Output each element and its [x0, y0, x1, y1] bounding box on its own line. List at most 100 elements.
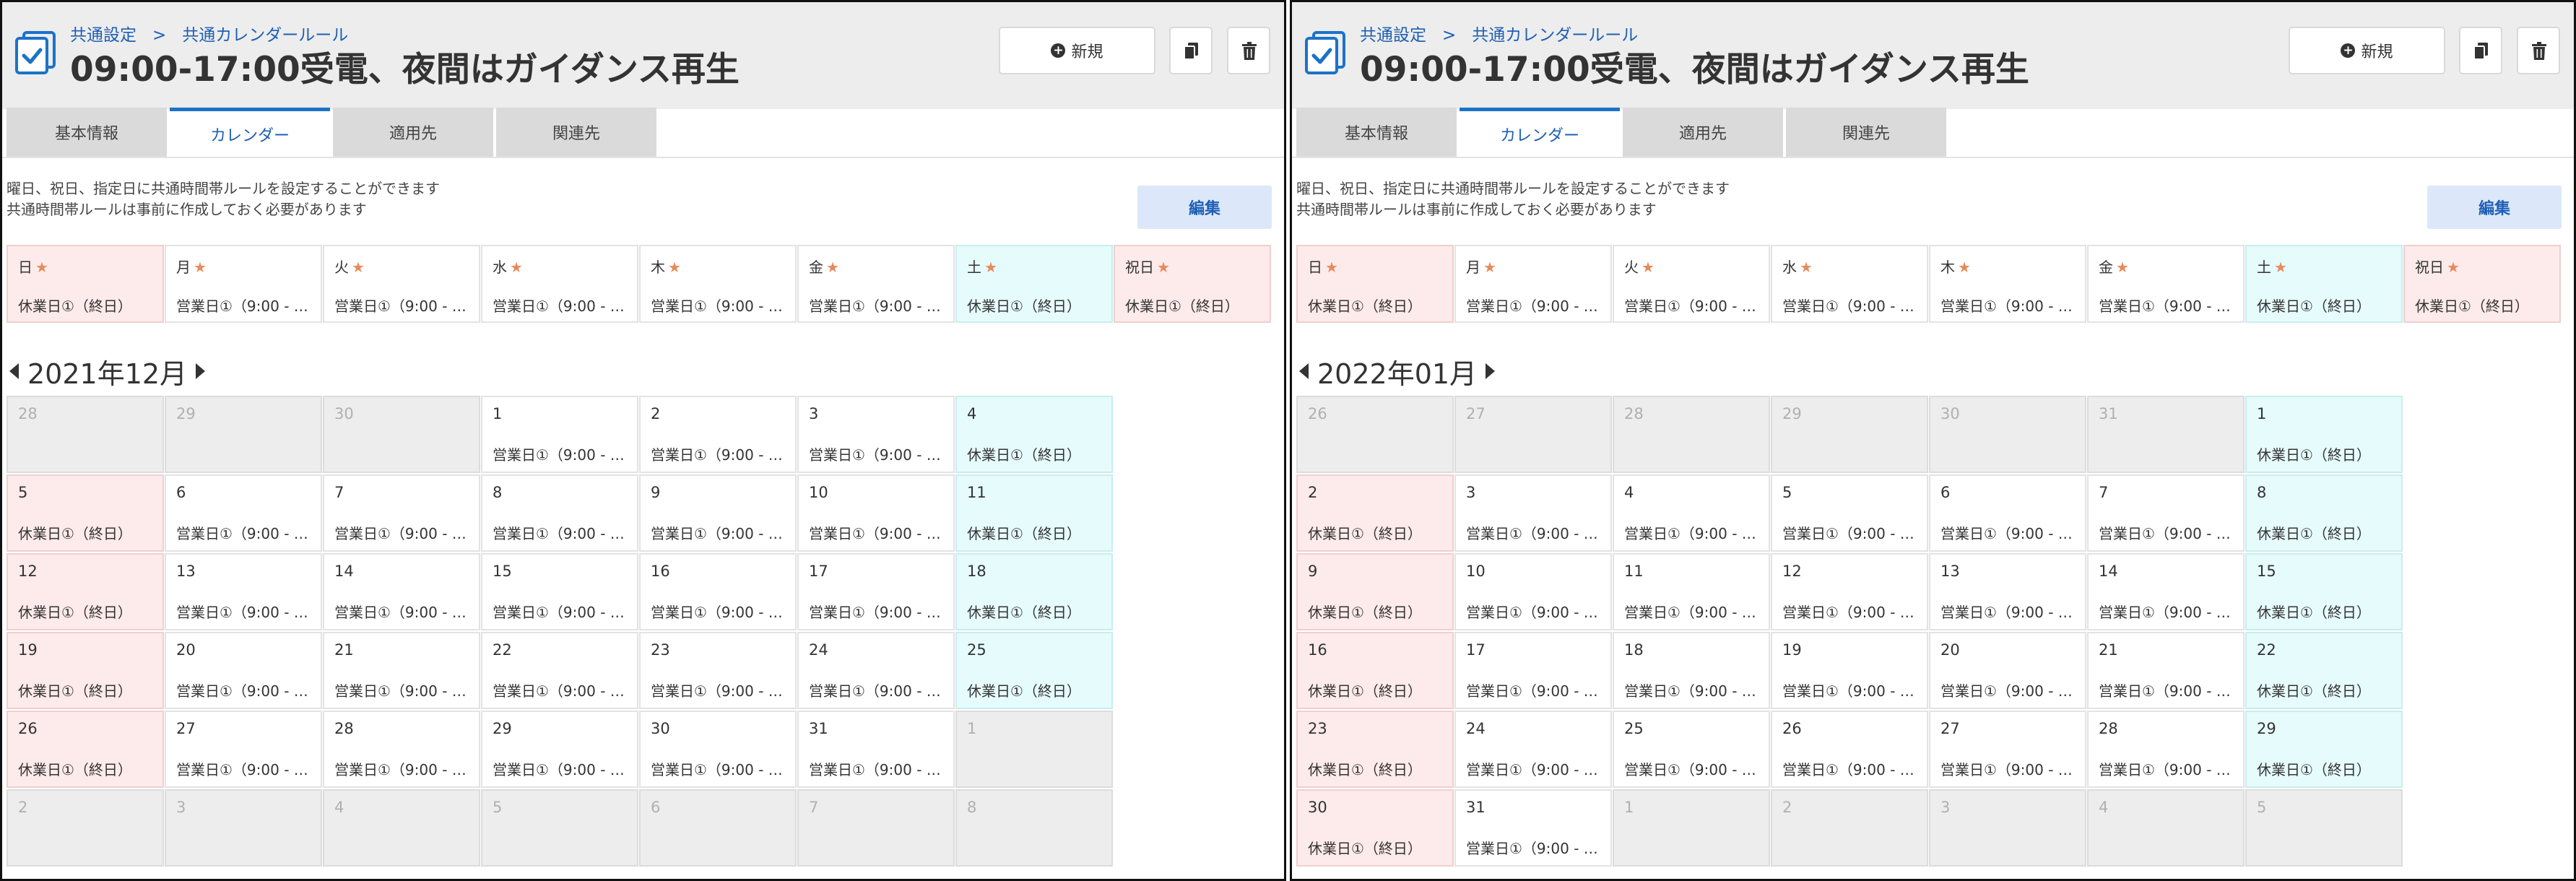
calendar-day-cell[interactable]: 29 休業日①（終日）	[2245, 711, 2403, 788]
calendar-day-cell[interactable]: 19 営業日①（9:00 - …	[1771, 632, 1928, 709]
calendar-day-cell[interactable]: 24 営業日①（9:00 - …	[797, 632, 955, 709]
weekday-rule-card[interactable]: 火 ★ 営業日①（9:00 - …	[1613, 245, 1770, 323]
calendar-day-cell[interactable]: 1 休業日①（終日）	[2245, 396, 2403, 473]
calendar-day-cell[interactable]: 16 休業日①（終日）	[1296, 632, 1454, 709]
calendar-day-cell[interactable]: 4	[2087, 789, 2245, 867]
caret-right-icon[interactable]	[196, 363, 206, 379]
tab-basic-info[interactable]: 基本情報	[6, 108, 167, 157]
calendar-day-cell[interactable]: 10 営業日①（9:00 - …	[797, 474, 955, 552]
calendar-day-cell[interactable]: 4 休業日①（終日）	[955, 396, 1113, 473]
calendar-day-cell[interactable]: 25 営業日①（9:00 - …	[1613, 711, 1770, 788]
copy-button[interactable]	[2459, 27, 2502, 74]
calendar-day-cell[interactable]: 26	[1296, 396, 1454, 473]
calendar-day-cell[interactable]: 21 営業日①（9:00 - …	[323, 632, 480, 709]
calendar-day-cell[interactable]: 16 営業日①（9:00 - …	[639, 553, 797, 630]
weekday-rule-card[interactable]: 日 ★ 休業日①（終日）	[6, 245, 164, 323]
tab-applied-to[interactable]: 適用先	[1623, 108, 1783, 157]
calendar-day-cell[interactable]: 11 営業日①（9:00 - …	[1613, 553, 1770, 630]
calendar-day-cell[interactable]: 20 営業日①（9:00 - …	[165, 632, 322, 709]
calendar-day-cell[interactable]: 6 営業日①（9:00 - …	[165, 474, 322, 552]
calendar-day-cell[interactable]: 28	[6, 396, 164, 473]
tab-calendar[interactable]: カレンダー	[1460, 108, 1620, 157]
calendar-day-cell[interactable]: 9 休業日①（終日）	[1296, 553, 1454, 630]
calendar-day-cell[interactable]: 15 休業日①（終日）	[2245, 553, 2403, 630]
weekday-rule-card[interactable]: 水 ★ 営業日①（9:00 - …	[481, 245, 638, 323]
weekday-rule-card[interactable]: 木 ★ 営業日①（9:00 - …	[639, 245, 797, 323]
tab-calendar[interactable]: カレンダー	[170, 108, 330, 157]
calendar-day-cell[interactable]: 27 営業日①（9:00 - …	[165, 711, 322, 788]
calendar-day-cell[interactable]: 9 営業日①（9:00 - …	[639, 474, 797, 552]
calendar-day-cell[interactable]: 4 営業日①（9:00 - …	[1613, 474, 1770, 552]
weekday-rule-card[interactable]: 土 ★ 休業日①（終日）	[955, 245, 1113, 323]
calendar-day-cell[interactable]: 3 営業日①（9:00 - …	[797, 396, 955, 473]
calendar-day-cell[interactable]: 27 営業日①（9:00 - …	[1929, 711, 2086, 788]
calendar-day-cell[interactable]: 22 営業日①（9:00 - …	[481, 632, 638, 709]
weekday-rule-card[interactable]: 土 ★ 休業日①（終日）	[2245, 245, 2403, 323]
calendar-day-cell[interactable]: 3 営業日①（9:00 - …	[1454, 474, 1612, 552]
weekday-rule-card[interactable]: 月 ★ 営業日①（9:00 - …	[165, 245, 322, 323]
weekday-rule-card[interactable]: 日 ★ 休業日①（終日）	[1296, 245, 1454, 323]
calendar-day-cell[interactable]: 2	[1771, 789, 1928, 867]
calendar-day-cell[interactable]: 20 営業日①（9:00 - …	[1929, 632, 2086, 709]
calendar-day-cell[interactable]: 30 休業日①（終日）	[1296, 789, 1454, 867]
calendar-day-cell[interactable]: 3	[1929, 789, 2086, 867]
calendar-day-cell[interactable]: 14 営業日①（9:00 - …	[323, 553, 480, 630]
calendar-day-cell[interactable]: 30	[1929, 396, 2086, 473]
tab-applied-to[interactable]: 適用先	[333, 108, 493, 157]
weekday-rule-card[interactable]: 月 ★ 営業日①（9:00 - …	[1454, 245, 1612, 323]
calendar-day-cell[interactable]: 28 営業日①（9:00 - …	[2087, 711, 2245, 788]
calendar-day-cell[interactable]: 6 営業日①（9:00 - …	[1929, 474, 2086, 552]
calendar-day-cell[interactable]: 2 営業日①（9:00 - …	[639, 396, 797, 473]
calendar-day-cell[interactable]: 15 営業日①（9:00 - …	[481, 553, 638, 630]
calendar-day-cell[interactable]: 29 営業日①（9:00 - …	[481, 711, 638, 788]
calendar-day-cell[interactable]: 4	[323, 789, 480, 867]
calendar-day-cell[interactable]: 22 休業日①（終日）	[2245, 632, 2403, 709]
caret-right-icon[interactable]	[1486, 363, 1496, 379]
calendar-day-cell[interactable]: 13 営業日①（9:00 - …	[1929, 553, 2086, 630]
weekday-rule-card[interactable]: 祝日 ★ 休業日①（終日）	[1114, 245, 1271, 323]
calendar-day-cell[interactable]: 8 休業日①（終日）	[2245, 474, 2403, 552]
calendar-day-cell[interactable]: 6	[639, 789, 797, 867]
calendar-day-cell[interactable]: 18 営業日①（9:00 - …	[1613, 632, 1770, 709]
weekday-rule-card[interactable]: 金 ★ 営業日①（9:00 - …	[2087, 245, 2245, 323]
tab-related[interactable]: 関連先	[1786, 108, 1946, 157]
caret-left-icon[interactable]	[1299, 363, 1309, 379]
calendar-day-cell[interactable]: 1	[955, 711, 1113, 788]
calendar-day-cell[interactable]: 24 営業日①（9:00 - …	[1454, 711, 1612, 788]
calendar-day-cell[interactable]: 13 営業日①（9:00 - …	[165, 553, 322, 630]
calendar-day-cell[interactable]: 8 営業日①（9:00 - …	[481, 474, 638, 552]
calendar-day-cell[interactable]: 7 営業日①（9:00 - …	[2087, 474, 2245, 552]
edit-button[interactable]: 編集	[2427, 186, 2562, 229]
calendar-day-cell[interactable]: 25 休業日①（終日）	[955, 632, 1113, 709]
copy-button[interactable]	[1169, 27, 1213, 74]
calendar-day-cell[interactable]: 11 休業日①（終日）	[955, 474, 1113, 552]
calendar-day-cell[interactable]: 18 休業日①（終日）	[955, 553, 1113, 630]
calendar-day-cell[interactable]: 10 営業日①（9:00 - …	[1454, 553, 1612, 630]
weekday-rule-card[interactable]: 水 ★ 営業日①（9:00 - …	[1771, 245, 1928, 323]
calendar-day-cell[interactable]: 7 営業日①（9:00 - …	[323, 474, 480, 552]
calendar-day-cell[interactable]: 19 休業日①（終日）	[6, 632, 164, 709]
calendar-day-cell[interactable]: 30	[323, 396, 480, 473]
calendar-day-cell[interactable]: 30 営業日①（9:00 - …	[639, 711, 797, 788]
calendar-day-cell[interactable]: 17 営業日①（9:00 - …	[1454, 632, 1612, 709]
edit-button[interactable]: 編集	[1137, 186, 1272, 229]
caret-left-icon[interactable]	[9, 363, 19, 379]
weekday-rule-card[interactable]: 木 ★ 営業日①（9:00 - …	[1929, 245, 2086, 323]
calendar-day-cell[interactable]: 3	[165, 789, 322, 867]
calendar-day-cell[interactable]: 8	[955, 789, 1113, 867]
new-button[interactable]: + 新規	[2289, 27, 2445, 74]
weekday-rule-card[interactable]: 金 ★ 営業日①（9:00 - …	[797, 245, 955, 323]
new-button[interactable]: + 新規	[999, 27, 1155, 74]
calendar-day-cell[interactable]: 28	[1613, 396, 1770, 473]
calendar-day-cell[interactable]: 1 営業日①（9:00 - …	[481, 396, 638, 473]
weekday-rule-card[interactable]: 火 ★ 営業日①（9:00 - …	[323, 245, 480, 323]
calendar-day-cell[interactable]: 23 休業日①（終日）	[1296, 711, 1454, 788]
calendar-day-cell[interactable]: 5 営業日①（9:00 - …	[1771, 474, 1928, 552]
calendar-day-cell[interactable]: 2	[6, 789, 164, 867]
calendar-day-cell[interactable]: 26 休業日①（終日）	[6, 711, 164, 788]
calendar-day-cell[interactable]: 31 営業日①（9:00 - …	[797, 711, 955, 788]
tab-related[interactable]: 関連先	[496, 108, 656, 157]
weekday-rule-card[interactable]: 祝日 ★ 休業日①（終日）	[2403, 245, 2561, 323]
tab-basic-info[interactable]: 基本情報	[1296, 108, 1457, 157]
calendar-day-cell[interactable]: 14 営業日①（9:00 - …	[2087, 553, 2245, 630]
